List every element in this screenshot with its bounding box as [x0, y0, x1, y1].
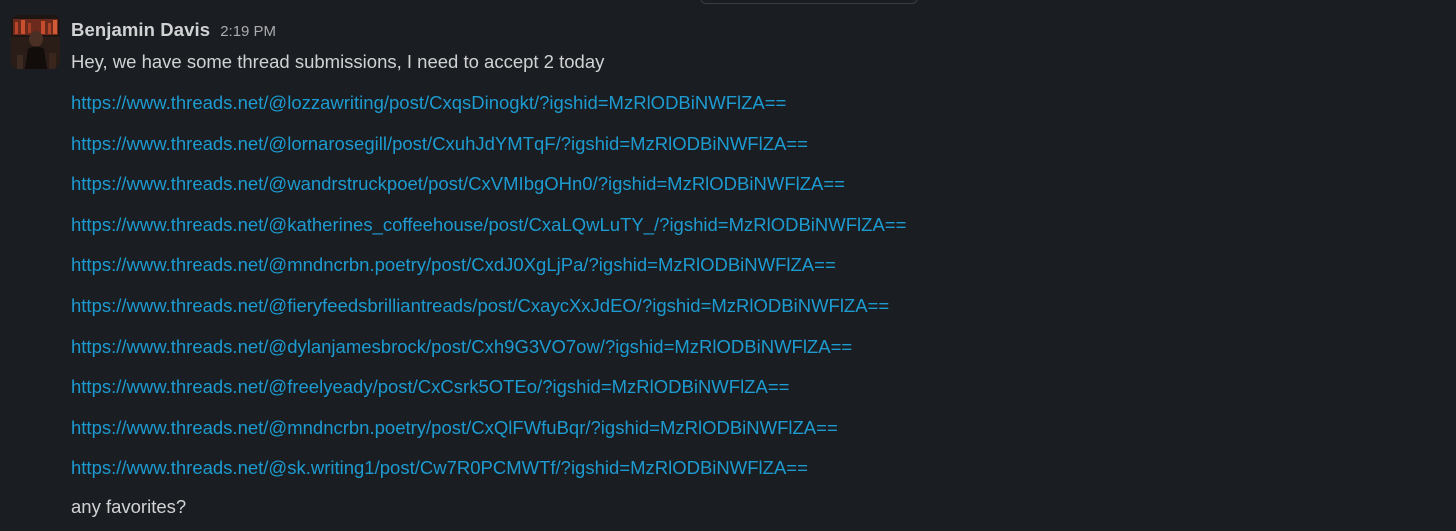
thread-link[interactable]: https://www.threads.net/@lozzawriting/po…: [71, 92, 786, 113]
link-row: https://www.threads.net/@lornarosegill/p…: [71, 134, 1436, 175]
thread-link[interactable]: https://www.threads.net/@lornarosegill/p…: [71, 133, 808, 154]
thread-link[interactable]: https://www.threads.net/@mndncrbn.poetry…: [71, 254, 836, 275]
thread-link[interactable]: https://www.threads.net/@freelyeady/post…: [71, 376, 789, 397]
link-row: https://www.threads.net/@fieryfeedsbrill…: [71, 296, 1436, 337]
message-intro-text: Hey, we have some thread submissions, I …: [71, 51, 605, 72]
message-pane: Benjamin Davis 2:19 PM Hey, we have some…: [0, 0, 1456, 531]
avatar-image: [11, 15, 60, 69]
link-row: https://www.threads.net/@mndncrbn.poetry…: [71, 418, 1436, 459]
link-row: https://www.threads.net/@lozzawriting/po…: [71, 93, 1436, 134]
thread-link[interactable]: https://www.threads.net/@wandrstruckpoet…: [71, 173, 845, 194]
link-row: https://www.threads.net/@katherines_coff…: [71, 215, 1436, 256]
message-timestamp[interactable]: 2:19 PM: [220, 23, 276, 40]
message-header: Benjamin Davis 2:19 PM: [71, 19, 1436, 45]
thread-link[interactable]: https://www.threads.net/@dylanjamesbrock…: [71, 336, 852, 357]
thread-link[interactable]: https://www.threads.net/@mndncrbn.poetry…: [71, 417, 838, 438]
link-row: https://www.threads.net/@mndncrbn.poetry…: [71, 255, 1436, 296]
thread-link[interactable]: https://www.threads.net/@fieryfeedsbrill…: [71, 295, 889, 316]
author-name[interactable]: Benjamin Davis: [71, 19, 210, 41]
thread-link[interactable]: https://www.threads.net/@katherines_coff…: [71, 214, 906, 235]
link-row: https://www.threads.net/@dylanjamesbrock…: [71, 337, 1436, 378]
avatar[interactable]: [11, 15, 60, 69]
link-row: https://www.threads.net/@wandrstruckpoet…: [71, 174, 1436, 215]
link-list: https://www.threads.net/@lozzawriting/po…: [71, 93, 1436, 499]
message: Benjamin Davis 2:19 PM Hey, we have some…: [71, 19, 1436, 520]
message-closing-text: any favorites?: [71, 495, 187, 517]
link-row: https://www.threads.net/@freelyeady/post…: [71, 377, 1436, 418]
thread-link[interactable]: https://www.threads.net/@sk.writing1/pos…: [71, 457, 808, 478]
new-messages-pill[interactable]: [700, 0, 918, 4]
